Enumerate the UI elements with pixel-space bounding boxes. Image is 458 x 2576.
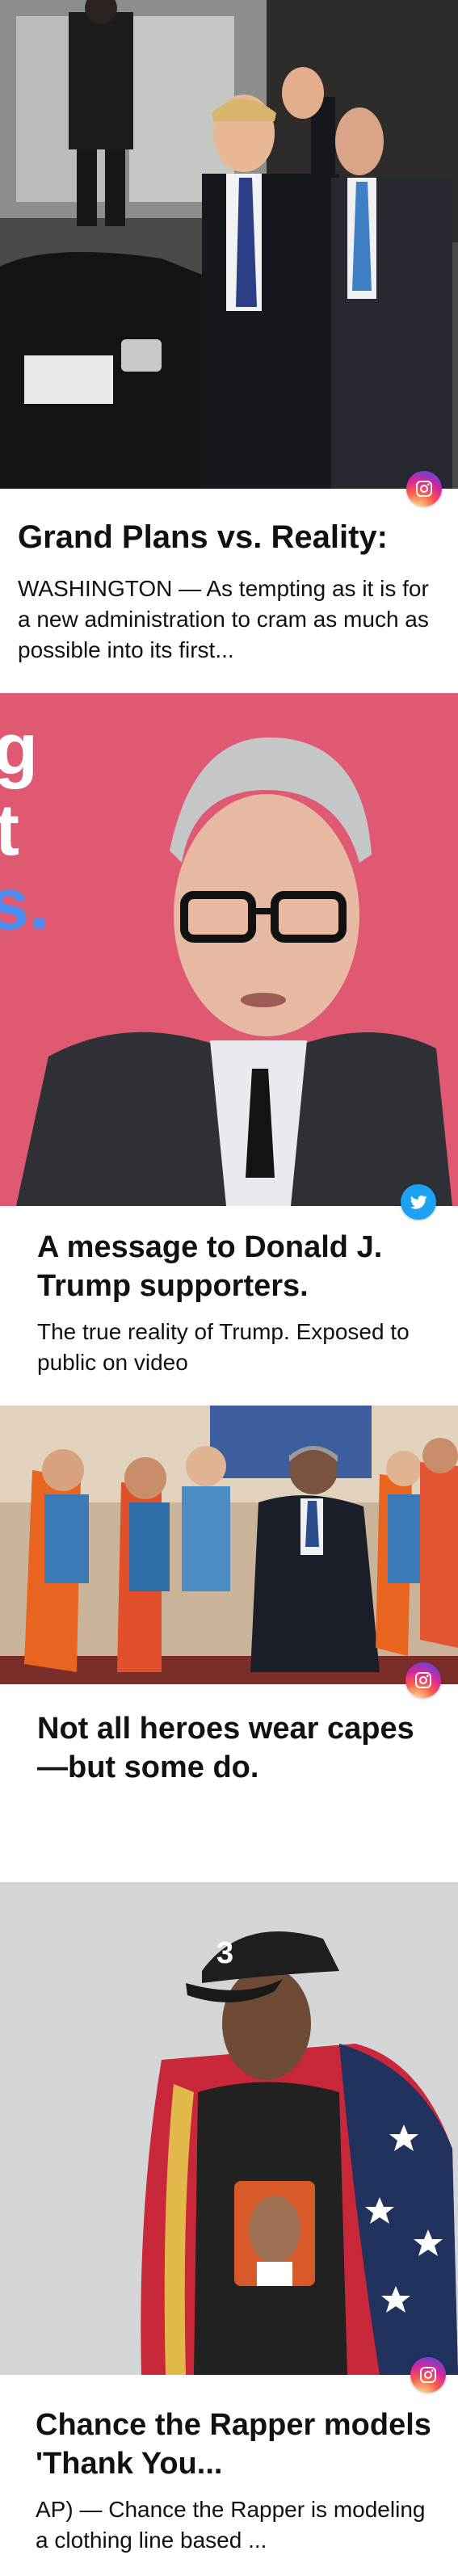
photo-illustration (0, 0, 458, 489)
card-image[interactable] (0, 1406, 458, 1684)
card-image[interactable]: g t s. (0, 693, 458, 1206)
card-image[interactable] (0, 0, 458, 489)
card-title[interactable]: Not all heroes wear capes—but some do. (37, 1709, 433, 1787)
card-title[interactable]: A message to Donald J. Trump supporters. (37, 1228, 433, 1305)
card-title[interactable]: Grand Plans vs. Reality: (18, 517, 446, 557)
card-description: AP) — Chance the Rapper is modeling a cl… (36, 2497, 426, 2553)
overlay-letter: s. (0, 864, 49, 945)
overlay-letter: g (0, 709, 38, 790)
card-title[interactable]: Chance the Rapper models 'Thank You... (36, 2406, 431, 2483)
card-description: The true reality of Trump. Exposed to pu… (37, 1319, 410, 1375)
feed-card-2[interactable]: g t s. A message to Donald J. Trump supp… (0, 693, 458, 1389)
photo-illustration (0, 1406, 458, 1684)
instagram-icon (415, 1672, 431, 1688)
photo-illustration: g t s. (0, 693, 458, 1206)
feed-card-4[interactable]: 3 Chance the Rapper models 'Thank You...… (0, 1882, 458, 2576)
instagram-icon (416, 481, 432, 497)
twitter-icon (410, 1195, 427, 1209)
feed-card-1[interactable]: Grand Plans vs. Reality: WASHINGTON — As… (0, 0, 458, 687)
source-badge (406, 471, 442, 506)
instagram-icon (420, 2367, 436, 2383)
feed-card-3[interactable]: Not all heroes wear capes—but some do. (0, 1406, 458, 1846)
source-badge (405, 1662, 441, 1698)
card-image[interactable]: 3 (0, 1882, 458, 2375)
overlay-letter: t (0, 790, 19, 871)
card-description: WASHINGTON — As tempting as it is for a … (18, 576, 429, 662)
source-badge (410, 2357, 446, 2393)
hat-number: 3 (216, 1936, 233, 1970)
source-badge (401, 1184, 436, 1220)
photo-illustration: 3 (0, 1882, 458, 2375)
